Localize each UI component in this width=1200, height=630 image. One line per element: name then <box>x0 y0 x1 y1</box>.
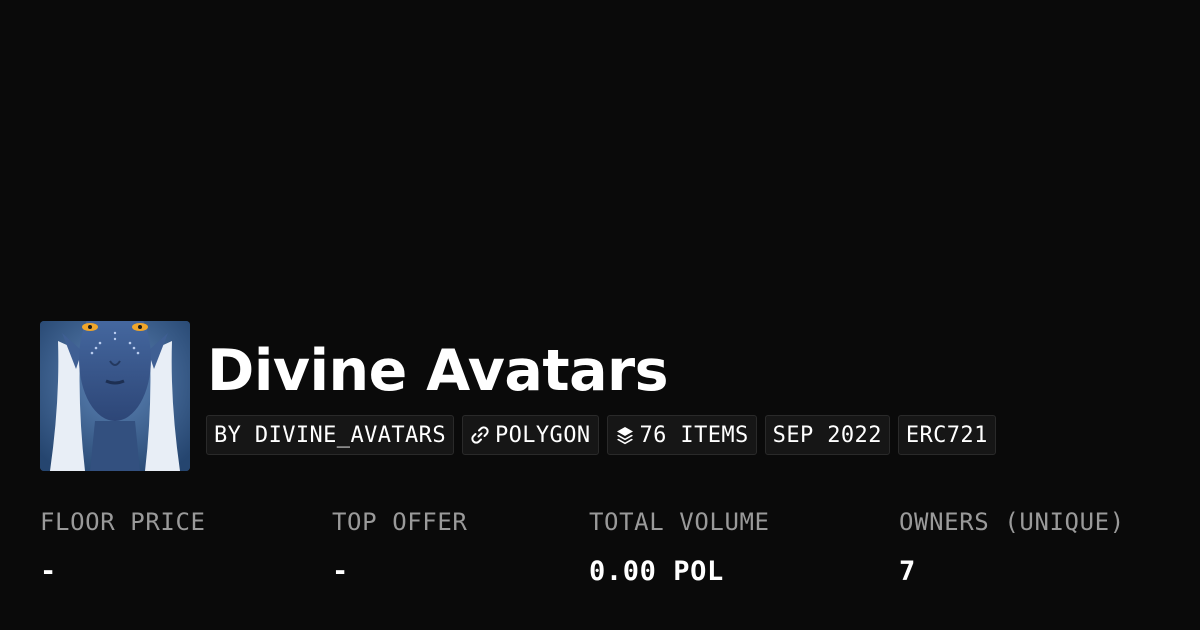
owners-value: 7 <box>899 556 916 587</box>
owners-stat: OWNERS (UNIQUE) 7 <box>899 503 1125 589</box>
total-volume-value: 0.00 POL <box>589 556 724 587</box>
top-offer-value: - <box>332 556 349 587</box>
collection-badges: BY DIVINE_AVATARS POLYGON 76 ITEMS SEP 2… <box>206 415 996 455</box>
total-volume-stat: TOTAL VOLUME 0.00 POL <box>589 503 770 589</box>
date-badge: SEP 2022 <box>764 415 890 455</box>
total-volume-label: TOTAL VOLUME <box>589 508 770 536</box>
creator-label: BY DIVINE_AVATARS <box>214 422 446 448</box>
collection-avatar <box>40 321 190 471</box>
items-label: 76 ITEMS <box>639 422 749 448</box>
standard-label: ERC721 <box>905 422 988 448</box>
date-label: SEP 2022 <box>772 422 882 448</box>
collection-title: Divine Avatars <box>207 338 669 404</box>
floor-price-label: FLOOR PRICE <box>40 508 206 536</box>
owners-label: OWNERS (UNIQUE) <box>899 508 1125 536</box>
layers-icon <box>615 425 635 445</box>
standard-badge: ERC721 <box>897 415 996 455</box>
items-badge[interactable]: 76 ITEMS <box>606 415 757 455</box>
collection-share-card: Divine Avatars BY DIVINE_AVATARS POLYGON <box>0 0 1200 630</box>
chain-badge[interactable]: POLYGON <box>461 415 599 455</box>
chain-label: POLYGON <box>494 422 591 448</box>
top-offer-stat: TOP OFFER - <box>332 503 467 589</box>
avatar-portrait-image <box>40 321 190 471</box>
creator-badge[interactable]: BY DIVINE_AVATARS <box>206 415 454 455</box>
floor-price-stat: FLOOR PRICE - <box>40 503 206 589</box>
floor-price-value: - <box>40 556 57 587</box>
top-offer-label: TOP OFFER <box>332 508 468 536</box>
chain-link-icon <box>470 425 490 445</box>
